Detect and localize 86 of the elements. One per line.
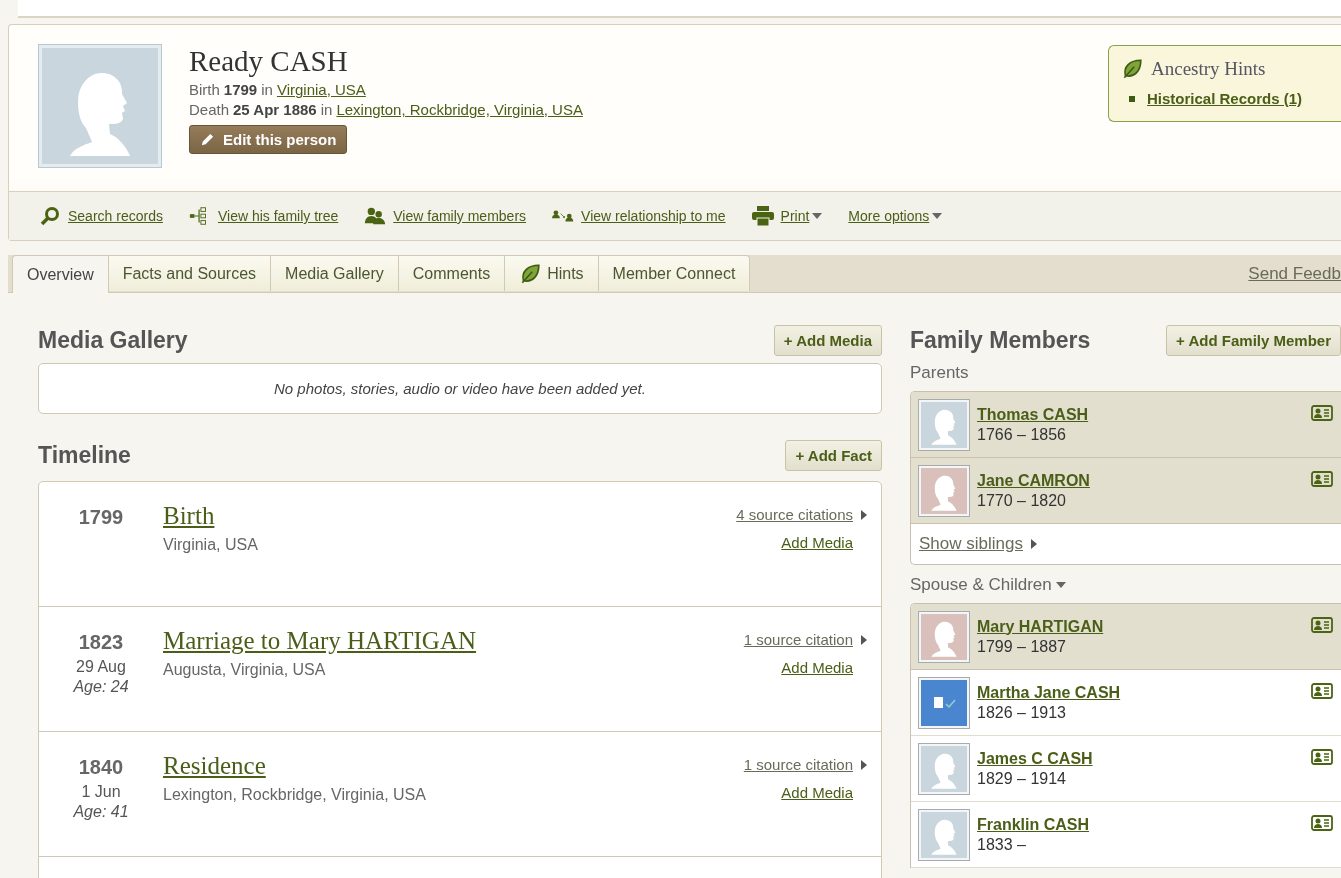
empty-media-message: No photos, stories, audio or video have been added yet. bbox=[38, 363, 882, 414]
birth-place-link[interactable]: Virginia, USA bbox=[276, 81, 366, 98]
event-date: 1 Jun bbox=[81, 783, 121, 801]
death-date: 25 Apr 1886 bbox=[233, 101, 317, 118]
send-feedback-link[interactable]: Send Feedb bbox=[1248, 263, 1341, 284]
group-label: Parents bbox=[910, 363, 970, 383]
in-text: in bbox=[261, 81, 273, 98]
event-date: 29 Aug bbox=[76, 658, 126, 676]
action-link[interactable]: Print bbox=[780, 208, 810, 224]
action-link[interactable]: More options bbox=[848, 208, 930, 224]
hint-link[interactable]: Historical Records (1) bbox=[1147, 90, 1303, 107]
pencil-icon bbox=[200, 132, 215, 147]
section-title: Family Members bbox=[910, 326, 1091, 354]
add-media-link[interactable]: Add Media bbox=[781, 534, 853, 551]
action-link[interactable]: View relationship to me bbox=[581, 208, 726, 224]
member-name-link[interactable]: Franklin CASH bbox=[977, 815, 1303, 834]
profile-card-icon[interactable] bbox=[1311, 471, 1333, 487]
edit-person-button[interactable]: Edit this person bbox=[189, 125, 348, 154]
show-siblings-link[interactable]: Show siblings bbox=[919, 534, 1023, 554]
arrow-right-icon bbox=[861, 634, 867, 645]
leaf-icon bbox=[1121, 58, 1143, 80]
member-name-link[interactable]: Thomas CASH bbox=[977, 405, 1303, 424]
tab[interactable]: Hints bbox=[505, 255, 599, 291]
event-age: Age: 41 bbox=[73, 803, 129, 821]
tab[interactable]: Member Connect bbox=[598, 255, 751, 291]
source-citations-link[interactable]: 1 source citation bbox=[743, 631, 853, 648]
birth-label: Birth bbox=[189, 81, 220, 98]
tab[interactable]: Overview bbox=[12, 255, 109, 293]
tab[interactable]: Facts and Sources bbox=[108, 255, 272, 291]
source-citations-link[interactable]: 1 source citation bbox=[743, 756, 853, 773]
profile-card-icon[interactable] bbox=[1311, 405, 1333, 421]
member-years: 1799 – 1887 bbox=[977, 637, 1067, 656]
event-year: 1799 bbox=[78, 506, 124, 529]
add-fact-button[interactable]: + Add Fact bbox=[785, 439, 882, 471]
event-age: Age: 24 bbox=[73, 678, 129, 696]
action-link[interactable]: View family members bbox=[393, 208, 527, 224]
birth-date: 1799 bbox=[223, 81, 258, 98]
member-years: 1829 – 1914 bbox=[977, 769, 1067, 788]
add-media-link[interactable]: Add Media bbox=[781, 659, 853, 676]
member-name-link[interactable]: Mary HARTIGAN bbox=[977, 617, 1303, 636]
action-link[interactable]: View his family tree bbox=[217, 208, 339, 224]
source-citations-link[interactable]: 4 source citations bbox=[736, 506, 853, 523]
caret-icon[interactable] bbox=[1055, 582, 1066, 588]
death-place-link[interactable]: Lexington, Rockbridge, Virginia, USA bbox=[336, 101, 583, 118]
add-media-link[interactable]: Add Media bbox=[781, 784, 853, 801]
people-icon bbox=[364, 206, 387, 226]
event-title-link[interactable]: Marriage to Mary HARTIGAN bbox=[163, 627, 476, 655]
event-place: Lexington, Rockbridge, Virginia, USA bbox=[163, 786, 427, 804]
add-family-member-button[interactable]: + Add Family Member bbox=[1166, 324, 1341, 356]
member-years: 1770 – 1820 bbox=[977, 491, 1067, 510]
profile-card-icon[interactable] bbox=[1311, 749, 1333, 765]
section-title: Timeline bbox=[38, 441, 131, 469]
member-name-link[interactable]: Martha Jane CASH bbox=[977, 683, 1303, 702]
leaf-icon bbox=[519, 262, 542, 285]
profile-card-icon[interactable] bbox=[1311, 617, 1333, 633]
bullet-icon bbox=[1129, 95, 1135, 102]
death-label: Death bbox=[189, 101, 230, 118]
arrow-right-icon bbox=[861, 509, 867, 520]
event-year: 1840 bbox=[78, 756, 124, 779]
hints-title: Ancestry Hints bbox=[1151, 58, 1266, 80]
member-name-link[interactable]: Jane CAMRON bbox=[977, 471, 1303, 490]
person-name: Ready CASH bbox=[189, 45, 349, 78]
event-place: Virginia, USA bbox=[163, 536, 259, 554]
section-title: Media Gallery bbox=[38, 326, 188, 354]
caret-icon bbox=[812, 213, 823, 219]
arrow-right-icon bbox=[861, 759, 867, 770]
event-title-link[interactable]: Birth bbox=[163, 502, 215, 530]
action-link[interactable]: Search records bbox=[68, 208, 163, 224]
profile-card-icon[interactable] bbox=[1311, 683, 1333, 699]
in-text: in bbox=[320, 101, 333, 118]
event-place: Augusta, Virginia, USA bbox=[163, 661, 327, 679]
event-title-link[interactable]: Residence bbox=[163, 752, 266, 780]
event-year: 1823 bbox=[78, 631, 124, 654]
search-icon bbox=[39, 206, 61, 226]
member-years: 1833 – bbox=[977, 835, 1027, 854]
profile-card-icon[interactable] bbox=[1311, 815, 1333, 831]
group-label: Spouse & Children bbox=[910, 575, 1052, 595]
add-media-button[interactable]: + Add Media bbox=[773, 324, 882, 356]
tab[interactable]: Comments bbox=[398, 255, 506, 291]
printer-icon bbox=[751, 206, 774, 226]
member-name-link[interactable]: James C CASH bbox=[977, 749, 1303, 768]
member-years: 1766 – 1856 bbox=[977, 425, 1067, 444]
tab[interactable]: Media Gallery bbox=[271, 255, 399, 291]
arrow-right-icon bbox=[1030, 539, 1037, 549]
caret-icon bbox=[932, 213, 943, 219]
member-years: 1826 – 1913 bbox=[977, 703, 1067, 722]
